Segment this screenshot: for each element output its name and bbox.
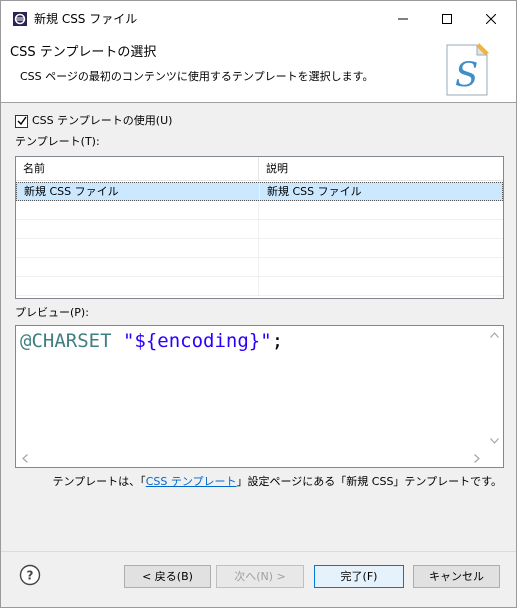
title-bar[interactable]: 新規 CSS ファイル: [1, 1, 516, 37]
code-line: @CHARSET "${encoding}";: [20, 330, 283, 352]
minimize-icon: [398, 18, 408, 20]
css-templates-link[interactable]: CSS テンプレート: [146, 475, 237, 488]
table-header: 名前 説明: [16, 157, 503, 181]
footer-divider: [1, 551, 516, 552]
wizard-banner: CSS テンプレートの選択 CSS ページの最初のコンテンツに使用するテンプレー…: [1, 37, 516, 103]
scroll-left-icon[interactable]: [22, 454, 28, 463]
scroll-up-icon[interactable]: [490, 332, 499, 338]
help-icon[interactable]: ?: [19, 564, 41, 586]
use-template-row[interactable]: CSS テンプレートの使用(U): [15, 113, 172, 129]
empty-cell: [16, 220, 259, 238]
use-template-checkbox[interactable]: [15, 114, 28, 128]
code-at-rule: @CHARSET: [20, 330, 112, 352]
preview-viewer[interactable]: @CHARSET "${encoding}";: [15, 325, 504, 468]
close-icon: [486, 14, 496, 24]
scroll-right-icon[interactable]: [474, 454, 480, 463]
templates-label: テンプレート(T):: [15, 135, 100, 148]
eclipse-app-icon: [13, 12, 27, 26]
templates-table[interactable]: 名前 説明 新規 CSS ファイル 新規 CSS ファイル: [15, 156, 504, 299]
window-title: 新規 CSS ファイル: [34, 12, 138, 26]
next-button[interactable]: 次へ(N) >: [216, 565, 304, 588]
row-name-cell: 新規 CSS ファイル: [17, 183, 260, 201]
vertical-scrollbar[interactable]: [486, 326, 503, 452]
empty-cell: [16, 258, 259, 276]
cancel-button[interactable]: キャンセル: [413, 565, 500, 588]
preview-label: プレビュー(P):: [15, 306, 89, 319]
svg-text:?: ?: [27, 569, 34, 583]
row-description-cell: 新規 CSS ファイル: [267, 185, 362, 198]
maximize-button[interactable]: [425, 1, 469, 37]
css-s-file-icon: S: [446, 43, 489, 96]
checkmark-icon: [17, 116, 27, 126]
minimize-button[interactable]: [381, 1, 425, 37]
empty-cell: [16, 201, 259, 219]
hint-prefix: テンプレートは、「: [52, 475, 146, 488]
empty-row: [16, 201, 503, 220]
template-hint: テンプレートは、「CSS テンプレート」設定ページにある「新規 CSS」テンプレ…: [53, 475, 502, 489]
finish-button[interactable]: 完了(F): [314, 565, 404, 588]
empty-row: [16, 258, 503, 277]
maximize-icon: [442, 14, 452, 24]
code-semicolon: ;: [271, 330, 284, 352]
empty-row: [16, 277, 503, 296]
column-header-name[interactable]: 名前: [16, 157, 259, 181]
svg-text:S: S: [455, 55, 478, 95]
hint-suffix: 」設定ページにある「新規 CSS」テンプレートです。: [236, 475, 503, 488]
dialog-window: 新規 CSS ファイル CSS テンプレートの選択 CSS ページの最初のコンテ…: [0, 0, 517, 608]
use-template-label: CSS テンプレートの使用(U): [32, 114, 173, 127]
page-title: CSS テンプレートの選択: [10, 45, 157, 60]
code-string: "${encoding}": [122, 330, 272, 352]
empty-cell: [16, 277, 259, 295]
column-header-description[interactable]: 説明: [259, 157, 503, 181]
empty-cell: [16, 239, 259, 257]
table-row[interactable]: 新規 CSS ファイル 新規 CSS ファイル: [16, 182, 503, 201]
close-button[interactable]: [469, 1, 513, 37]
empty-row: [16, 239, 503, 258]
page-description: CSS ページの最初のコンテンツに使用するテンプレートを選択します。: [20, 70, 374, 83]
scroll-down-icon[interactable]: [490, 438, 499, 444]
empty-row: [16, 220, 503, 239]
horizontal-scrollbar[interactable]: [16, 450, 488, 467]
back-button[interactable]: < 戻る(B): [124, 565, 211, 588]
